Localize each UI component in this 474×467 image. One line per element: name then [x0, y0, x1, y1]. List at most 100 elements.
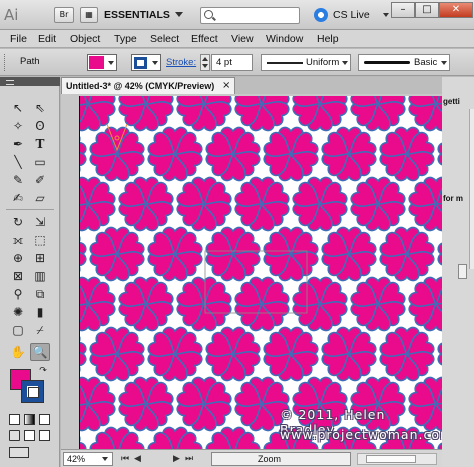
artboard[interactable] — [79, 96, 442, 449]
eyedropper-tool-icon[interactable]: ⚲ — [8, 285, 28, 303]
blend-tool-icon[interactable]: ⧉ — [30, 285, 50, 303]
stroke-color-swatch[interactable] — [131, 54, 161, 71]
menu-edit[interactable]: Edit — [38, 32, 56, 46]
heart-pattern-artwork — [80, 96, 442, 449]
right-panel: getti for m — [442, 77, 474, 467]
tools-panel-header[interactable] — [0, 77, 60, 86]
menu-type[interactable]: Type — [114, 32, 137, 46]
close-button[interactable]: ✕ — [439, 2, 473, 18]
none-mode-icon[interactable] — [39, 414, 50, 425]
rotate-tool-icon[interactable]: ↻ — [8, 213, 28, 231]
menu-view[interactable]: View — [231, 32, 254, 46]
application-bar: Ai Br ▦ ESSENTIALS CS Live – □ ✕ — [0, 0, 474, 30]
workspace-switcher[interactable]: ESSENTIALS — [104, 7, 170, 23]
arrange-documents-button[interactable]: ▦ — [80, 7, 98, 23]
chevron-down-icon — [152, 61, 158, 65]
control-panel: Path Stroke: 4 pt Uniform Basic — [0, 49, 474, 114]
shape-builder-tool-icon[interactable]: ⊕ — [8, 249, 28, 267]
fill-color-swatch[interactable] — [87, 54, 117, 71]
width-tool-icon[interactable]: ⟗ — [8, 231, 28, 249]
hand-tool-icon[interactable]: ✋ — [8, 343, 28, 361]
free-transform-tool-icon[interactable]: ⬚ — [30, 231, 50, 249]
search-icon — [204, 10, 213, 19]
selection-tool-icon[interactable]: ↖ — [8, 99, 28, 117]
column-graph-tool-icon[interactable]: ▮ — [30, 303, 50, 321]
draw-normal-icon[interactable] — [9, 430, 20, 441]
perspective-grid-tool-icon[interactable]: ⊞ — [30, 249, 50, 267]
magic-wand-tool-icon[interactable]: ✧ — [8, 117, 28, 135]
brush-label: Basic — [414, 57, 438, 68]
previous-artboard-icon[interactable]: ◀ — [134, 453, 141, 465]
direct-selection-tool-icon[interactable]: ⇖ — [30, 99, 50, 117]
panel-grip[interactable] — [4, 54, 7, 71]
gradient-mode-icon[interactable] — [24, 414, 35, 425]
chevron-down-icon[interactable] — [102, 457, 108, 461]
chevron-down-icon[interactable] — [383, 13, 389, 17]
watermark-url: www.projectwoman.com — [280, 427, 454, 442]
menu-help[interactable]: Help — [317, 32, 339, 46]
swap-fill-stroke-icon[interactable]: ↷ — [36, 365, 50, 377]
bridge-button[interactable]: Br — [54, 7, 74, 23]
panel-text-getting: getti — [443, 97, 460, 106]
status-field[interactable]: Zoom — [211, 452, 351, 466]
canvas-area[interactable]: © 2011, Helen Bradley www.projectwoman.c… — [61, 94, 452, 449]
lasso-tool-icon[interactable]: ʘ — [30, 117, 50, 135]
rectangle-tool-icon[interactable]: ▭ — [30, 153, 50, 171]
paintbrush-tool-icon[interactable]: ✎ — [8, 171, 28, 189]
panel-text-for: for m — [443, 194, 463, 203]
stroke-weight-stepper[interactable] — [200, 54, 210, 71]
selection-type-label: Path — [20, 56, 40, 67]
mesh-tool-icon[interactable]: ⊠ — [8, 267, 28, 285]
draw-behind-icon[interactable] — [24, 430, 35, 441]
menu-file[interactable]: File — [10, 32, 27, 46]
close-icon[interactable]: × — [222, 80, 230, 92]
menu-effect[interactable]: Effect — [191, 32, 218, 46]
maximize-button[interactable]: □ — [415, 2, 439, 18]
document-tab-title: Untitled-3* @ 42% (CMYK/Preview) — [66, 81, 215, 91]
chevron-down-icon — [441, 61, 447, 65]
fill-swatch-color — [89, 56, 104, 69]
illustrator-logo: Ai — [4, 6, 19, 24]
variable-width-profile-select[interactable]: Uniform — [261, 54, 351, 71]
cs-live-menu[interactable]: CS Live — [333, 7, 370, 23]
menu-object[interactable]: Object — [70, 32, 100, 46]
slice-tool-icon[interactable]: ⌿ — [30, 321, 50, 339]
brush-definition-select[interactable]: Basic — [358, 54, 450, 71]
gradient-tool-icon[interactable]: ▥ — [30, 267, 50, 285]
minimize-button[interactable]: – — [391, 2, 415, 18]
symbol-sprayer-tool-icon[interactable]: ✺ — [8, 303, 28, 321]
document-tab-bar: Untitled-3* @ 42% (CMYK/Preview) × — [61, 77, 442, 94]
screen-mode-icon[interactable] — [9, 447, 29, 458]
pen-tool-icon[interactable]: ✒ — [8, 135, 28, 153]
stroke-color-box[interactable] — [21, 380, 44, 403]
chevron-down-icon[interactable] — [175, 12, 183, 17]
first-artboard-icon[interactable]: ⏮ — [121, 453, 129, 465]
next-artboard-icon[interactable]: ▶ — [173, 453, 180, 465]
horizontal-scrollbar[interactable] — [357, 453, 437, 465]
eraser-tool-icon[interactable]: ▱ — [30, 189, 50, 207]
menu-window[interactable]: Window — [266, 32, 303, 46]
pencil-tool-icon[interactable]: ✐ — [30, 171, 50, 189]
tool-separator — [6, 209, 54, 210]
color-mode-icon[interactable] — [9, 414, 20, 425]
horizontal-scroll-thumb[interactable] — [366, 455, 416, 463]
menu-bar: File Edit Object Type Select Effect View… — [0, 30, 474, 48]
right-panel-scroll-thumb[interactable] — [458, 264, 467, 279]
chevron-down-icon — [108, 61, 114, 65]
stroke-panel-link[interactable]: Stroke: — [166, 57, 196, 69]
search-input[interactable] — [200, 7, 300, 24]
artboard-tool-icon[interactable]: ▢ — [8, 321, 28, 339]
scale-tool-icon[interactable]: ⇲ — [30, 213, 50, 231]
last-artboard-icon[interactable]: ⏭ — [185, 453, 193, 465]
document-tab[interactable]: Untitled-3* @ 42% (CMYK/Preview) × — [61, 77, 235, 94]
right-panel-scroll-track[interactable] — [469, 109, 474, 269]
type-tool-icon[interactable]: T — [30, 135, 50, 153]
cs-live-icon[interactable] — [314, 8, 328, 22]
zoom-tool-icon[interactable]: 🔍 — [30, 343, 50, 361]
draw-inside-icon[interactable] — [39, 430, 50, 441]
menu-select[interactable]: Select — [150, 32, 179, 46]
blob-brush-tool-icon[interactable]: ✍ — [8, 189, 28, 207]
line-tool-icon[interactable]: ╲ — [8, 153, 28, 171]
stroke-weight-field[interactable]: 4 pt — [211, 54, 253, 71]
stroke-swatch-color — [134, 57, 147, 69]
